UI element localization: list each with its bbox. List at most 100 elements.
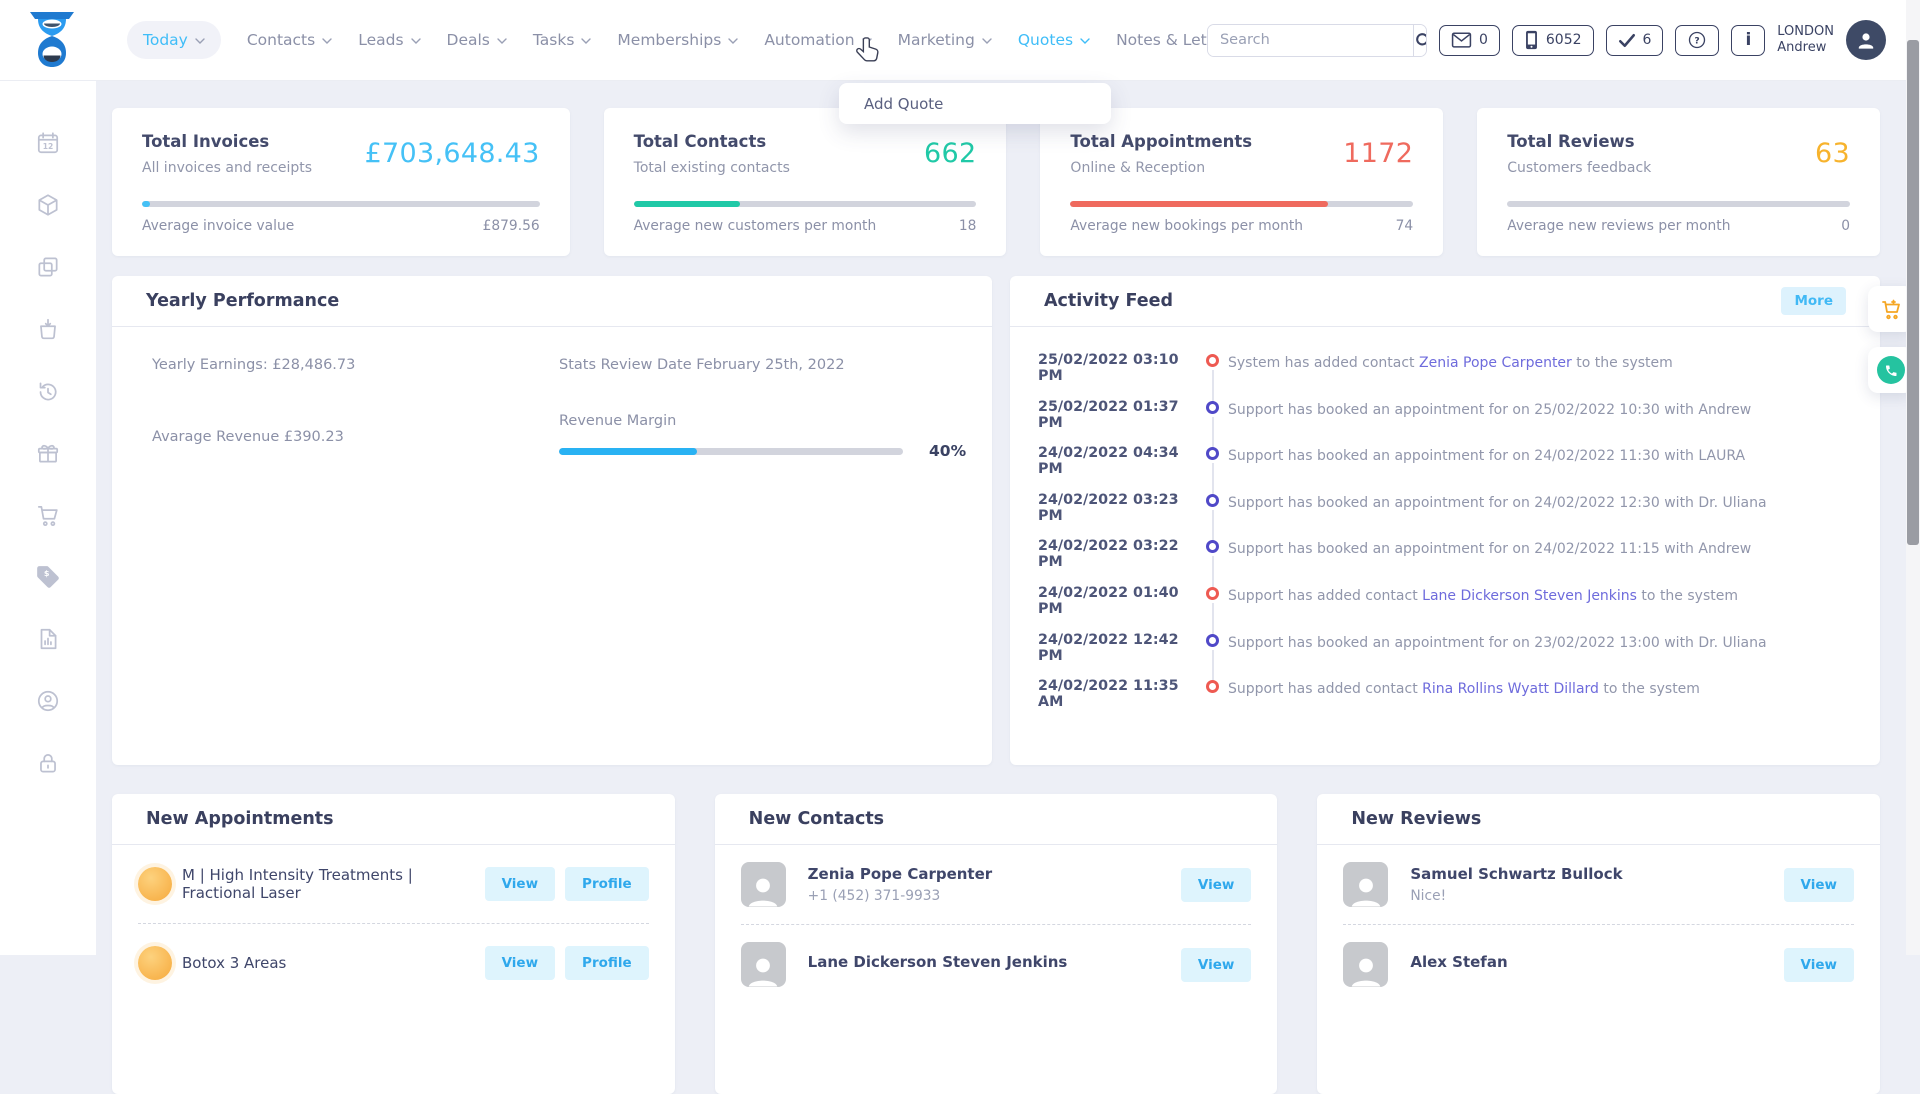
appointment-row: Botox 3 Areas View Profile (112, 924, 675, 1002)
info-button[interactable]: i (1731, 25, 1765, 56)
phone-icon (1884, 363, 1899, 378)
nav-item-tasks[interactable]: Tasks (533, 31, 592, 49)
contact-link[interactable]: Lane Dickerson Steven Jenkins (1422, 588, 1637, 604)
cart-icon (35, 502, 61, 528)
nav-item-today[interactable]: Today (127, 21, 221, 59)
sidebar-item-cart[interactable] (35, 502, 61, 528)
nav-item-deals[interactable]: Deals (447, 31, 507, 49)
sidebar-item-account[interactable] (35, 688, 61, 714)
reviewer-avatar (1343, 862, 1388, 907)
feed-text: Support has booked an appointment for on… (1228, 401, 1751, 418)
nav-item-label: Contacts (247, 31, 315, 49)
revenue-margin-label: Revenue Margin (559, 413, 966, 429)
contact-link[interactable]: Rina Rollins Wyatt Dillard (1422, 681, 1599, 697)
sidebar-item-calendar[interactable]: 12 (35, 130, 61, 156)
sidebar-item-history[interactable] (35, 378, 61, 404)
nav-item-memberships[interactable]: Memberships (617, 31, 738, 49)
feed-timestamp: 24/02/2022 04:34 PM (1038, 445, 1198, 477)
stat-subtitle: Customers feedback (1507, 160, 1651, 176)
sidebar-item-lock[interactable] (35, 750, 61, 776)
contact-name: Lane Dickerson Steven Jenkins (808, 953, 1171, 971)
view-button[interactable]: View (1181, 948, 1251, 982)
menu-item-add-quote[interactable]: Add Quote (839, 95, 1111, 113)
nav-item-quotes[interactable]: Quotes (1018, 31, 1090, 49)
chevron-down-icon (322, 38, 332, 44)
search-input[interactable] (1208, 25, 1413, 56)
feed-marker-icon (1206, 587, 1219, 600)
feed-text: Support has booked an appointment for on… (1228, 634, 1767, 651)
sidebar-item-report[interactable] (35, 626, 61, 652)
person-silhouette-icon (1348, 953, 1384, 987)
report-icon (35, 626, 61, 652)
profile-button[interactable]: Profile (565, 946, 649, 980)
package-icon (35, 192, 61, 218)
view-button[interactable]: View (1784, 948, 1854, 982)
sidebar-item-price-tag[interactable]: $ (35, 564, 61, 590)
new-appointments-panel: New Appointments M | High Intensity Trea… (112, 794, 675, 1094)
nav-item-contacts[interactable]: Contacts (247, 31, 332, 49)
topbar-actions: 0 6052 6 ? i LONDON Andrew (1207, 0, 1886, 80)
stat-footer-label: Average invoice value (142, 218, 294, 234)
feed-entry: 24/02/2022 03:23 PM Support has booked a… (1010, 492, 1880, 539)
chevron-down-icon (728, 38, 738, 44)
feed-timestamp: 24/02/2022 12:42 PM (1038, 632, 1198, 664)
sidebar-item-package[interactable] (35, 192, 61, 218)
profile-button[interactable]: Profile (565, 867, 649, 901)
sidebar: 12 $ (0, 80, 96, 955)
app-logo[interactable] (26, 10, 78, 70)
view-button[interactable]: View (1784, 868, 1854, 902)
mail-count: 0 (1479, 32, 1488, 48)
view-button[interactable]: View (485, 867, 555, 901)
nav-item-label: Leads (358, 31, 403, 49)
revenue-margin-bar (559, 448, 903, 455)
calendar-icon: 12 (35, 130, 61, 156)
new-reviews-panel: New Reviews Samuel Schwartz Bullock Nice… (1317, 794, 1880, 1094)
search-button[interactable] (1413, 25, 1427, 56)
sidebar-item-purchase-bag[interactable] (35, 316, 61, 342)
sidebar-item-gift[interactable] (35, 440, 61, 466)
stat-card-total-contacts: Total Contacts Total existing contacts 6… (604, 108, 1007, 256)
feed-text: System has added contact Zenia Pope Carp… (1228, 354, 1673, 371)
mail-badge-button[interactable]: 0 (1439, 25, 1500, 56)
stat-title: Total Invoices (142, 132, 312, 151)
contact-link[interactable]: Zenia Pope Carpenter (1419, 355, 1572, 371)
stat-progress-bar (1507, 201, 1850, 207)
lock-icon (35, 750, 61, 776)
appointment-label: Botox 3 Areas (182, 954, 475, 972)
nav-item-automation[interactable]: Automation (764, 31, 871, 49)
view-button[interactable]: View (1181, 868, 1251, 902)
chevron-down-icon (862, 38, 872, 44)
chevron-down-icon (195, 38, 205, 44)
tasks-badge-button[interactable]: 6 (1606, 25, 1664, 56)
chevron-down-icon (581, 38, 591, 44)
feed-entry: 24/02/2022 11:35 AM Support has added co… (1010, 678, 1880, 725)
panel-title: New Contacts (749, 809, 884, 829)
appointment-row: M | High Intensity Treatments | Fraction… (112, 845, 675, 923)
stat-subtitle: Total existing contacts (634, 160, 790, 176)
stat-progress-bar (142, 201, 540, 207)
phone-badge-button[interactable]: 6052 (1512, 25, 1594, 56)
nav-item-leads[interactable]: Leads (358, 31, 420, 49)
more-button[interactable]: More (1781, 287, 1846, 315)
user-avatar[interactable] (1846, 20, 1886, 60)
view-button[interactable]: View (485, 946, 555, 980)
feed-entry: 25/02/2022 03:10 PM System has added con… (1010, 352, 1880, 399)
feed-text: Support has booked an appointment for on… (1228, 494, 1767, 511)
nav-item-marketing[interactable]: Marketing (898, 31, 992, 49)
help-button[interactable]: ? (1675, 25, 1719, 56)
main-row: Yearly Performance Yearly Earnings: £28,… (112, 276, 1880, 765)
stat-progress-bar (634, 201, 977, 207)
global-search (1207, 24, 1427, 57)
feed-marker-icon (1206, 494, 1219, 507)
question-circle-icon: ? (1687, 30, 1707, 50)
task-count: 6 (1643, 32, 1652, 48)
yearly-performance-panel: Yearly Performance Yearly Earnings: £28,… (112, 276, 992, 765)
sidebar-item-copy[interactable] (35, 254, 61, 280)
stat-subtitle: Online & Reception (1070, 160, 1252, 176)
scrollbar-thumb[interactable] (1907, 40, 1919, 545)
contact-row: Zenia Pope Carpenter +1 (452) 371-9933 V… (715, 845, 1278, 924)
feed-text: Support has added contact Lane Dickerson… (1228, 587, 1738, 604)
review-row: Samuel Schwartz Bullock Nice! View (1317, 845, 1880, 924)
feed-marker-icon (1206, 447, 1219, 460)
reviewer-name: Samuel Schwartz Bullock (1410, 865, 1773, 883)
